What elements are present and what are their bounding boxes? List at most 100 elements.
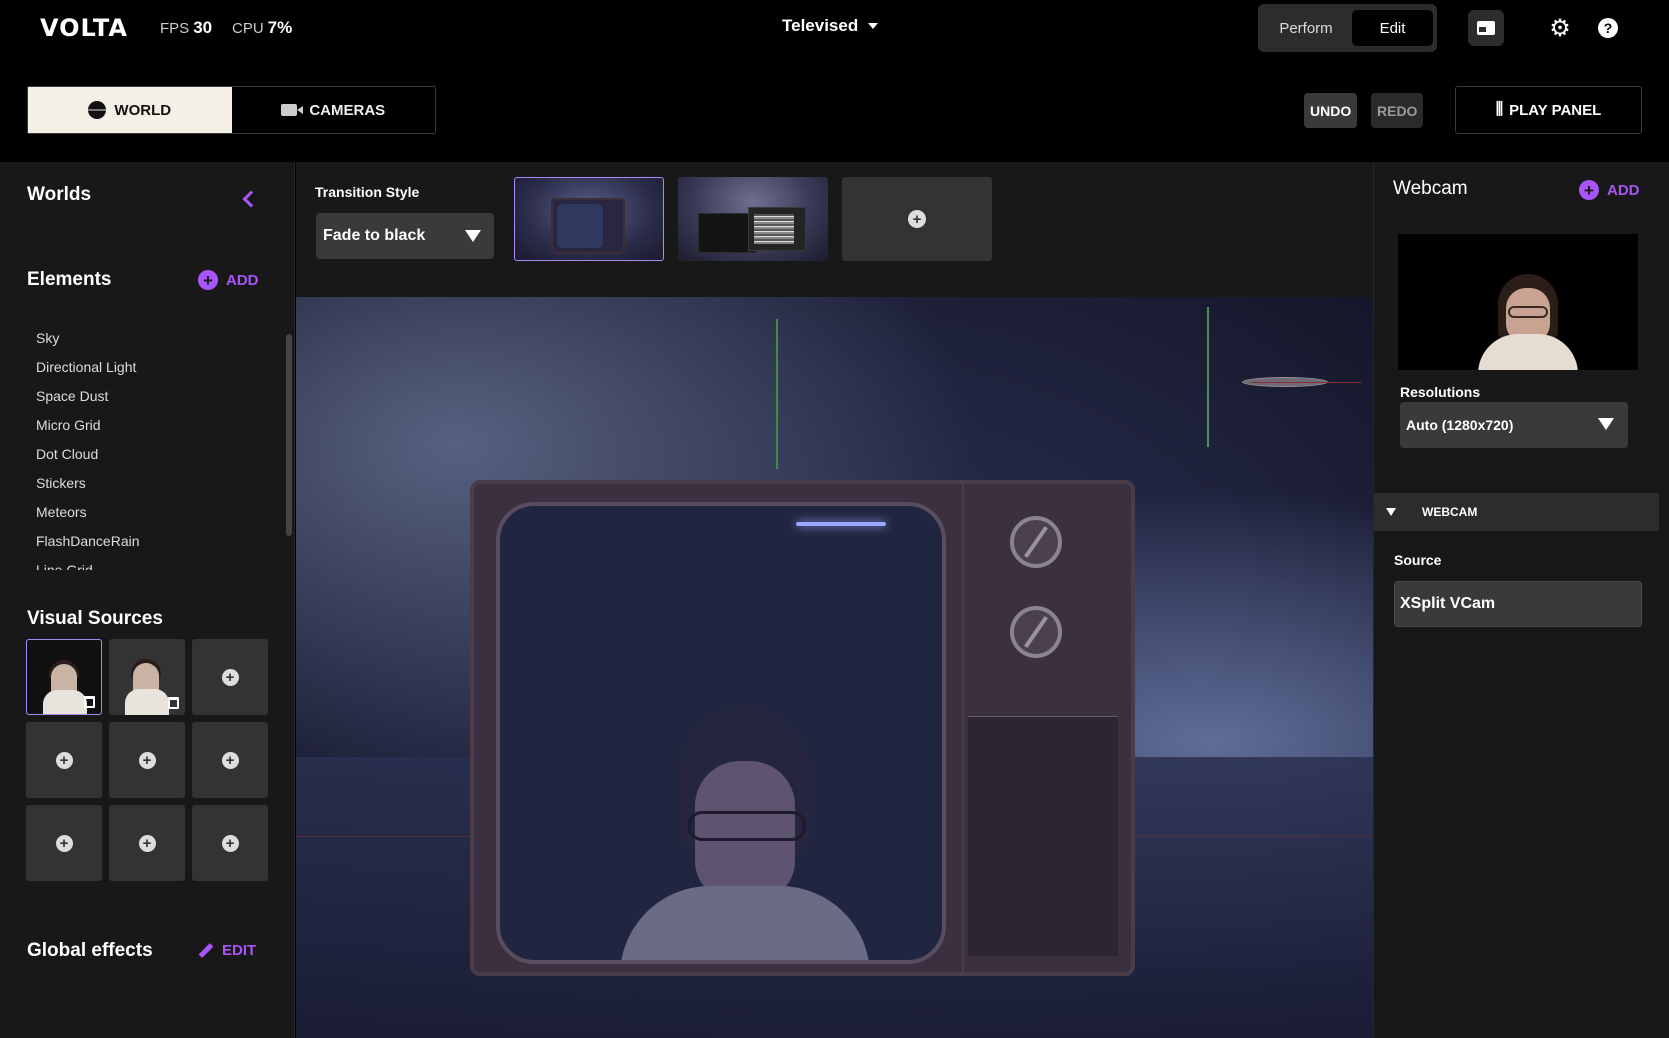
picture-in-picture-button[interactable] <box>1468 10 1504 46</box>
app-logo: VOLTA <box>40 14 128 42</box>
triangle-down-icon <box>1598 418 1614 430</box>
plus-circle-icon: + <box>221 668 239 686</box>
collapse-panel-button[interactable] <box>242 192 256 206</box>
visual-source-webcam-2[interactable] <box>109 639 185 715</box>
trash-icon[interactable] <box>84 696 95 708</box>
fps-label: FPS <box>160 20 190 37</box>
tab-cameras-label: CAMERAS <box>309 101 386 119</box>
transition-style-select[interactable]: Fade to black <box>316 213 494 259</box>
resolutions-label: Resolutions <box>1400 384 1481 400</box>
add-visual-source-slot[interactable]: + <box>192 639 268 715</box>
fps-value: 30 <box>193 18 213 37</box>
list-item[interactable]: Micro Grid <box>36 417 266 446</box>
camera-icon <box>281 104 304 116</box>
tv-control-panel <box>962 484 1131 972</box>
tv-knob-1 <box>1010 516 1062 568</box>
static-noise-image <box>754 214 794 244</box>
list-item[interactable]: Meteors <box>36 504 266 533</box>
source-label: Source <box>1394 552 1442 568</box>
add-visual-source-slot[interactable]: + <box>192 805 268 881</box>
list-item[interactable]: Line Grid <box>36 562 266 570</box>
source-field[interactable] <box>1394 581 1642 627</box>
tv-stack-thumbnail-screen <box>748 207 806 251</box>
webcam-feed-body <box>620 886 870 960</box>
visual-source-webcam-1[interactable] <box>26 639 102 715</box>
gizmo-axis-x <box>1251 382 1361 383</box>
list-item[interactable]: FlashDanceRain <box>36 533 266 562</box>
left-panel: Worlds Elements + ADD Sky Directional Li… <box>0 162 295 1038</box>
webcam-preview <box>1398 234 1638 370</box>
elements-list: Sky Directional Light Space Dust Micro G… <box>36 330 266 570</box>
webcam-preview-body <box>1478 334 1578 370</box>
plus-circle-icon: + <box>221 751 239 769</box>
plus-circle-icon: + <box>138 751 156 769</box>
edit-mode-button[interactable]: Edit <box>1352 10 1433 46</box>
webcam-preview-glasses <box>1508 306 1548 318</box>
tab-world-label: WORLD <box>114 101 172 119</box>
undo-button[interactable]: UNDO <box>1304 93 1358 128</box>
edit-label: EDIT <box>222 942 257 959</box>
add-visual-source-slot[interactable]: + <box>26 722 102 798</box>
add-scene-button[interactable]: + <box>842 177 992 261</box>
tv-model[interactable] <box>470 480 1135 976</box>
add-webcam-button[interactable]: + ADD <box>1579 180 1640 200</box>
scene-selector[interactable]: Televised <box>782 16 879 36</box>
perform-mode-button[interactable]: Perform <box>1262 10 1350 46</box>
webcam-feed-glasses <box>688 811 806 841</box>
add-visual-source-slot[interactable]: + <box>109 722 185 798</box>
transition-style-label: Transition Style <box>315 184 420 200</box>
3d-viewport[interactable] <box>296 297 1373 1038</box>
triangle-down-icon <box>465 230 481 242</box>
list-item[interactable]: Dot Cloud <box>36 446 266 475</box>
webcam-title: Webcam <box>1393 178 1468 199</box>
plus-circle-icon: + <box>138 834 156 852</box>
tv-knob-2 <box>1010 606 1062 658</box>
pencil-icon <box>198 943 214 958</box>
gizmo-axis-y <box>776 319 778 469</box>
caret-down-icon <box>868 23 879 29</box>
plus-circle-icon: + <box>55 834 73 852</box>
elements-scrollbar[interactable] <box>286 334 292 536</box>
plus-circle-icon: + <box>908 210 926 228</box>
list-item[interactable]: Directional Light <box>36 359 266 388</box>
worlds-title: Worlds <box>27 184 92 205</box>
list-item[interactable]: Sky <box>36 330 266 359</box>
redo-button[interactable]: REDO <box>1371 93 1424 128</box>
resolution-select[interactable]: Auto (1280x720) <box>1400 402 1628 448</box>
tab-world[interactable]: WORLD <box>28 87 232 133</box>
add-visual-source-slot[interactable]: + <box>192 722 268 798</box>
picture-in-picture-icon <box>1477 21 1495 35</box>
fps-readout: FPS 30 <box>160 18 212 38</box>
tv-screen <box>496 502 946 964</box>
list-item[interactable]: Stickers <box>36 475 266 504</box>
transition-style-value: Fade to black <box>323 227 426 244</box>
add-visual-source-slot[interactable]: + <box>109 805 185 881</box>
add-visual-source-slot[interactable]: + <box>26 805 102 881</box>
play-panel-button[interactable]: ⫼ PLAY PANEL <box>1455 86 1642 134</box>
scene-thumbnail-2[interactable] <box>678 177 828 261</box>
trash-icon[interactable] <box>168 697 179 709</box>
add-element-button[interactable]: + ADD <box>198 270 259 290</box>
plus-circle-icon: + <box>55 751 73 769</box>
plus-circle-icon: + <box>1579 180 1599 200</box>
triangle-down-icon <box>1386 508 1396 516</box>
list-item[interactable]: Space Dust <box>36 388 266 417</box>
edit-global-effects-button[interactable]: EDIT <box>198 942 256 959</box>
webcam-section-header[interactable]: WEBCAM <box>1374 493 1659 531</box>
settings-button[interactable]: ⚙ <box>1542 10 1578 46</box>
resolution-value: Auto (1280x720) <box>1406 417 1514 433</box>
webcam-thumbnail-body <box>125 689 169 715</box>
scene-thumbnail-televised[interactable] <box>514 177 664 261</box>
gear-icon: ⚙ <box>1549 14 1571 42</box>
gizmo-axis-y-2 <box>1207 307 1209 447</box>
add-element-label: ADD <box>226 271 259 289</box>
webcam-section-label: WEBCAM <box>1422 505 1478 519</box>
view-tabs: WORLD CAMERAS <box>27 86 436 134</box>
tv-thumbnail-image <box>551 198 625 254</box>
tab-cameras[interactable]: CAMERAS <box>231 87 435 133</box>
visual-sources-grid: + + + + + + + <box>26 639 268 881</box>
top-bar: VOLTA FPS 30 CPU 7% Televised Perform Edit… <box>0 0 1669 56</box>
global-effects-title: Global effects <box>27 940 153 961</box>
play-panel-icon: ⫼ <box>1495 101 1504 118</box>
help-button[interactable]: ? <box>1590 10 1626 46</box>
